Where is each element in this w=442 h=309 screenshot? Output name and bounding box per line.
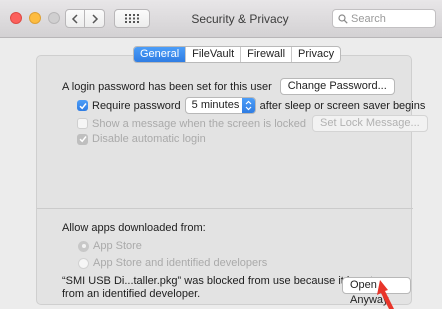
annotation-arrow-icon	[377, 280, 394, 309]
tab-bar: General FileVault Firewall Privacy	[133, 46, 342, 63]
password-delay-select[interactable]: 5 minutes	[184, 97, 256, 114]
identified-developers-label: App Store and identified developers	[93, 257, 268, 269]
blocked-message-line-1: “SMI USB Di...taller.pkg” was blocked fr…	[62, 275, 374, 287]
show-all-button[interactable]	[114, 9, 150, 28]
radio-app-store-row: App Store	[78, 240, 142, 252]
updown-arrows-icon	[241, 98, 255, 113]
require-password-checkbox[interactable]	[77, 100, 88, 111]
tab-general[interactable]: General	[134, 47, 186, 62]
password-delay-value: 5 minutes	[191, 99, 240, 111]
disable-auto-login-label: Disable automatic login	[92, 133, 206, 145]
search-placeholder: Search	[351, 12, 386, 25]
after-sleep-text: after sleep or screen saver begins	[259, 99, 426, 112]
show-message-label: Show a message when the screen is locked	[92, 117, 307, 130]
radio-identified-row: App Store and identified developers	[78, 257, 267, 269]
checkmark-icon	[78, 136, 87, 143]
app-store-radio[interactable]	[78, 240, 89, 252]
title-bar: Security & Privacy Search	[0, 0, 442, 38]
tab-privacy[interactable]: Privacy	[291, 47, 340, 62]
tab-firewall[interactable]: Firewall	[240, 47, 291, 62]
show-message-row: Show a message when the screen is locked…	[77, 115, 428, 132]
require-password-row: Require password 5 minutes after sleep o…	[77, 97, 425, 114]
checkmark-icon	[78, 102, 87, 109]
app-store-label: App Store	[93, 240, 142, 252]
require-password-label: Require password	[92, 99, 181, 112]
chevron-left-icon	[71, 13, 78, 24]
disable-auto-login-checkbox[interactable]	[77, 133, 88, 145]
minimize-window-button[interactable]	[29, 12, 41, 24]
chevron-right-icon	[91, 13, 98, 24]
tab-filevault[interactable]: FileVault	[185, 47, 240, 62]
login-password-text: A login password has been set for this u…	[62, 80, 272, 93]
show-message-checkbox[interactable]	[77, 118, 88, 129]
grid-icon	[125, 14, 139, 23]
identified-developers-radio[interactable]	[78, 257, 89, 269]
login-password-row: A login password has been set for this u…	[62, 78, 395, 95]
window-title: Security & Privacy	[191, 12, 289, 26]
search-field[interactable]: Search	[332, 9, 436, 28]
change-password-button[interactable]: Change Password...	[279, 78, 395, 95]
allow-apps-heading: Allow apps downloaded from:	[62, 222, 206, 234]
section-divider	[37, 208, 413, 209]
search-icon	[338, 13, 348, 24]
allow-apps-heading-text: Allow apps downloaded from:	[62, 222, 206, 234]
disable-auto-login-row: Disable automatic login	[77, 133, 206, 145]
forward-button[interactable]	[85, 9, 105, 28]
zoom-window-button[interactable]	[48, 12, 60, 24]
back-button[interactable]	[65, 9, 85, 28]
blocked-message-line-2: from an identified developer.	[62, 288, 201, 300]
general-panel: A login password has been set for this u…	[36, 55, 428, 306]
blocked-message: “SMI USB Di...taller.pkg” was blocked fr…	[62, 275, 373, 301]
set-lock-message-button[interactable]: Set Lock Message...	[312, 115, 428, 132]
preferences-content: General FileVault Firewall Privacy A log…	[0, 39, 442, 309]
close-window-button[interactable]	[10, 12, 22, 24]
